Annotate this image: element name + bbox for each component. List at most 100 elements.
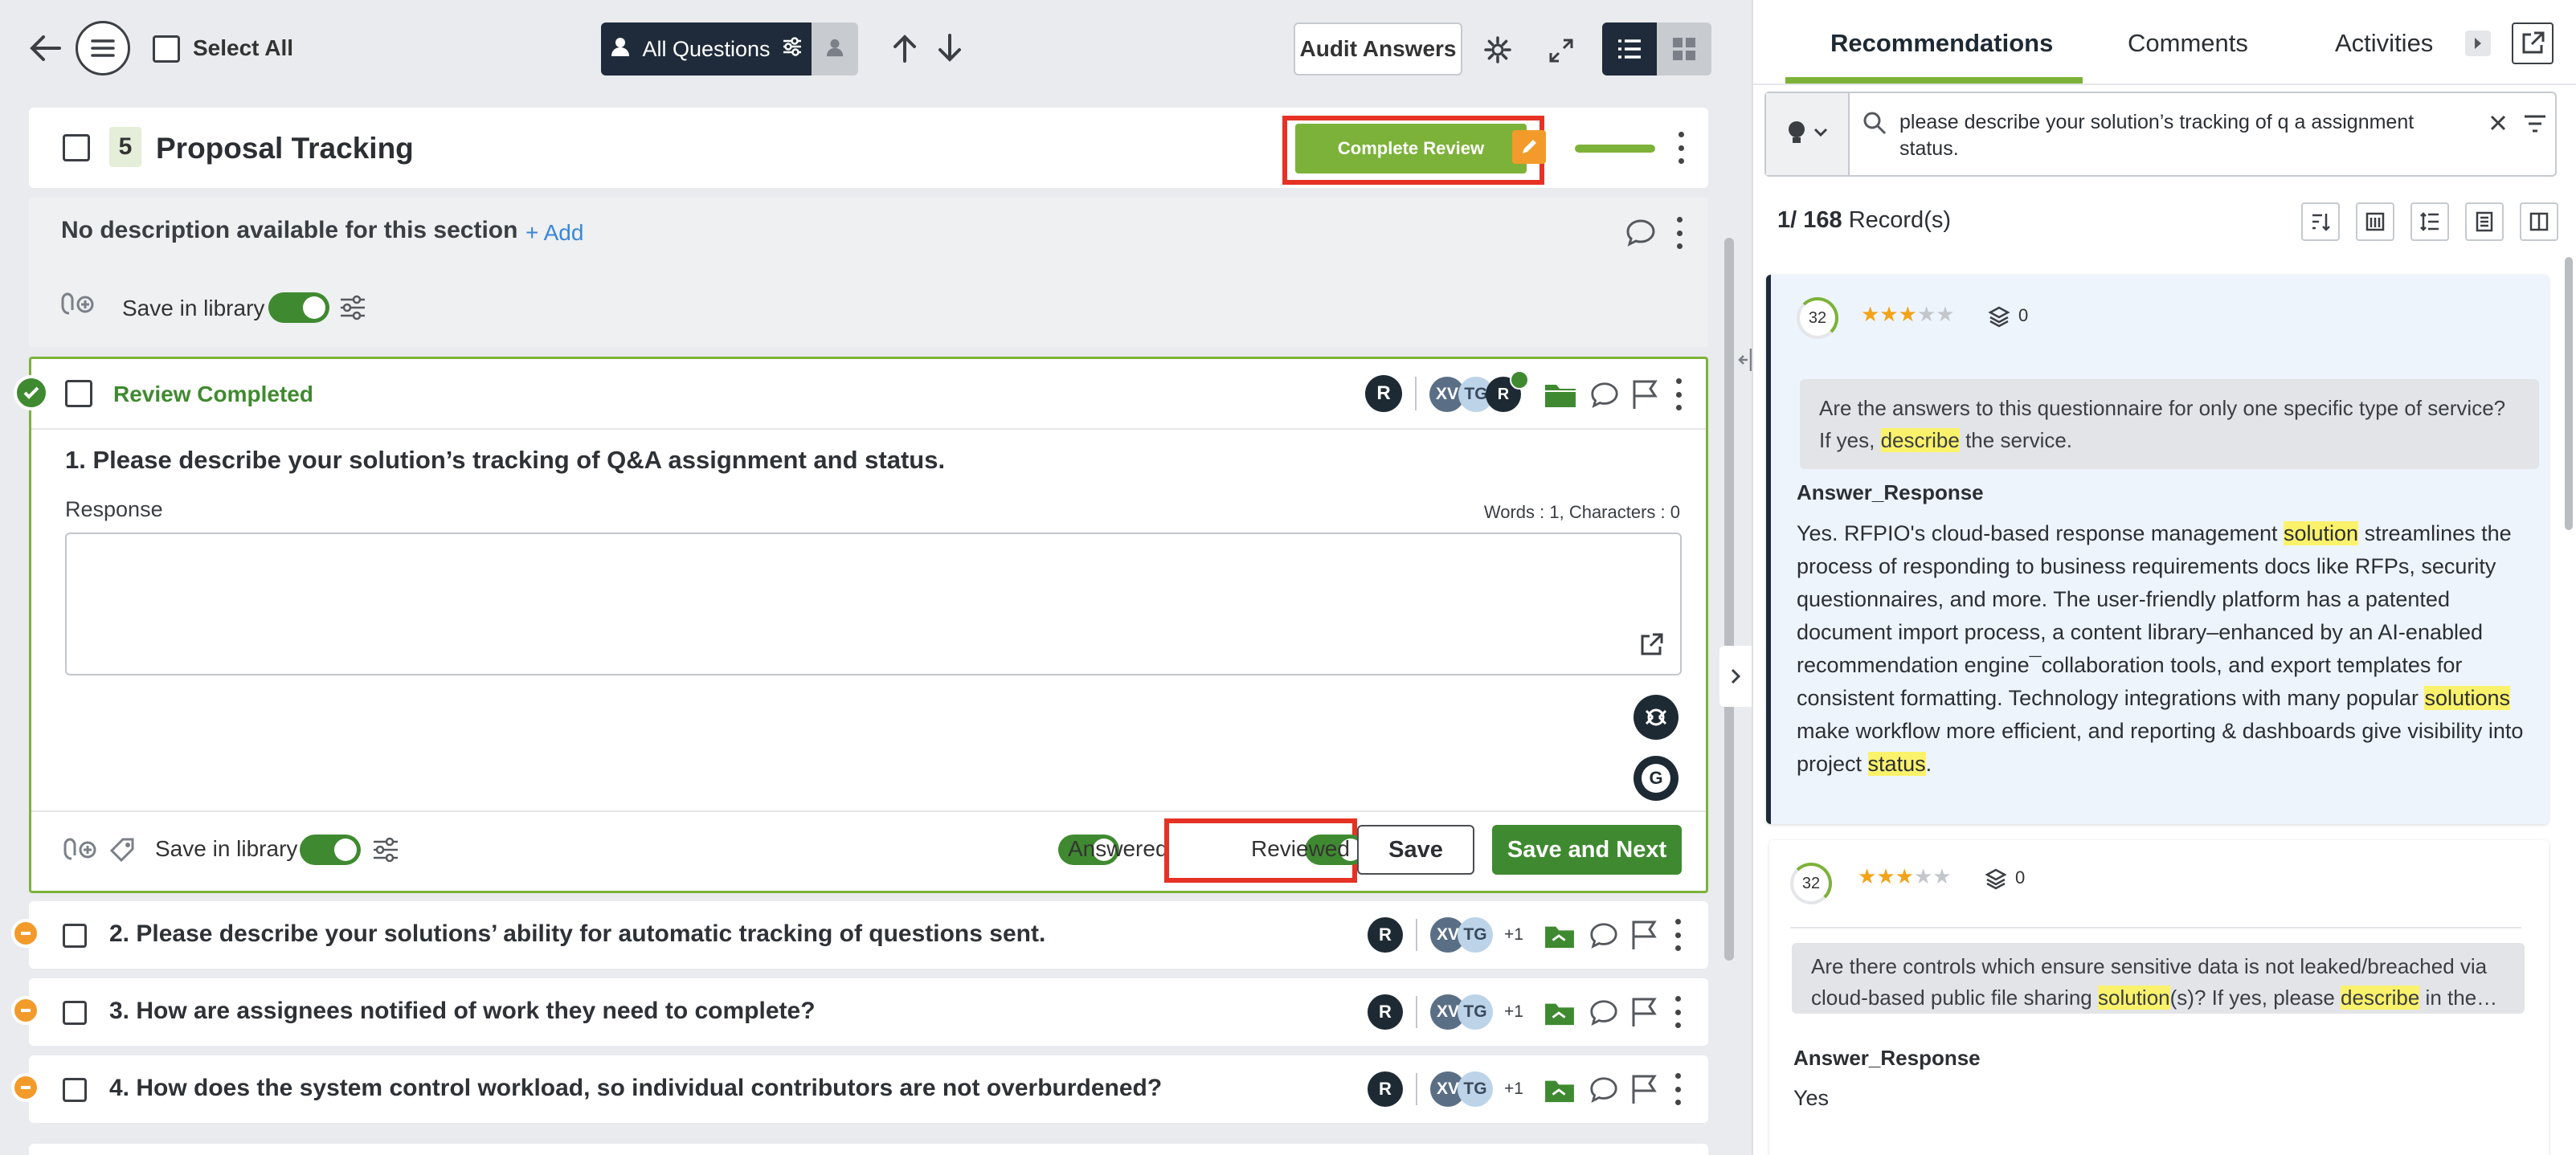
document-icon[interactable]	[2465, 202, 2504, 241]
comment-icon[interactable]	[1588, 998, 1620, 1032]
comment-icon[interactable]	[1588, 1075, 1620, 1109]
question-row[interactable]: 2. Please describe your solutions’ abili…	[11, 901, 1708, 969]
my-questions-filter[interactable]	[812, 22, 858, 76]
grammarly-icon[interactable]: G	[1634, 756, 1678, 801]
question-checkbox[interactable]	[65, 380, 92, 407]
more-assignees[interactable]: +1	[1504, 1002, 1523, 1022]
line-spacing-icon[interactable]	[2410, 202, 2449, 241]
audit-answers-button[interactable]: Audit Answers	[1294, 22, 1462, 76]
ai-assist-icon[interactable]	[1634, 695, 1678, 740]
complete-review-button[interactable]: Complete Review	[1295, 124, 1527, 173]
folder-icon[interactable]	[1543, 922, 1576, 953]
question-more-icon[interactable]	[1674, 1073, 1681, 1105]
avatar[interactable]: TG	[1458, 1071, 1493, 1107]
reviewer-check-icon	[1510, 370, 1529, 390]
question-more-icon[interactable]	[1675, 378, 1682, 410]
flag-icon[interactable]	[1629, 996, 1658, 1032]
question-checkbox[interactable]	[63, 1078, 87, 1102]
question-text[interactable]: 2. Please describe your solutions’ abili…	[109, 920, 1045, 948]
arrow-up-icon[interactable]	[890, 32, 919, 68]
filter-settings-icon[interactable]	[782, 36, 803, 63]
flag-icon[interactable]	[1629, 1073, 1658, 1109]
star-rating: ★★★★★	[1858, 864, 1952, 888]
avatar[interactable]: TG	[1458, 994, 1493, 1030]
back-arrow-icon[interactable]	[27, 32, 63, 64]
question-checkbox[interactable]	[63, 1001, 87, 1025]
folder-icon[interactable]	[1544, 380, 1577, 413]
question-checkbox[interactable]	[63, 924, 87, 948]
description-more-icon[interactable]	[1676, 217, 1683, 249]
all-questions-filter[interactable]: All Questions	[601, 22, 812, 76]
question-row[interactable]: 3. How are assignees notified of work th…	[11, 978, 1708, 1046]
in-progress-icon	[11, 996, 40, 1025]
flag-icon[interactable]	[1629, 919, 1658, 955]
edit-pencil-icon[interactable]	[1512, 130, 1546, 164]
divider	[1790, 927, 2521, 928]
tab-recommendations[interactable]: Recommendations	[1830, 29, 2053, 58]
select-all-label[interactable]: Select All	[193, 35, 293, 61]
expand-icon[interactable]	[1548, 37, 1575, 68]
review-completed-check-icon	[14, 375, 49, 410]
divider	[1415, 377, 1417, 410]
filter-icon[interactable]	[2523, 114, 2547, 137]
tag-icon[interactable]	[108, 836, 137, 869]
scrollbar-thumb[interactable]	[1724, 238, 1734, 961]
arrow-down-icon[interactable]	[935, 32, 964, 68]
more-assignees[interactable]: +1	[1504, 1079, 1523, 1099]
sliders-icon[interactable]	[339, 294, 366, 325]
sliders-icon[interactable]	[372, 836, 399, 867]
versions-icon	[1985, 867, 2007, 894]
question-text[interactable]: 4. How does the system control workload,…	[109, 1075, 1162, 1102]
list-view-icon[interactable]	[1602, 22, 1657, 76]
section-checkbox[interactable]	[63, 134, 90, 161]
question-more-icon[interactable]	[1674, 996, 1681, 1028]
select-all-checkbox[interactable]	[153, 35, 180, 63]
user-icon	[825, 38, 844, 61]
recommendation-card[interactable]: 32 ★★★★★ 0 Are the answers to this quest…	[1766, 275, 2549, 824]
grid-view-icon[interactable]	[1657, 22, 1711, 76]
comment-icon[interactable]	[1625, 217, 1657, 253]
search-input[interactable]: please describe your solution’s tracking…	[1899, 109, 2470, 162]
versions-count: 0	[2015, 867, 2026, 888]
versions-icon	[1988, 305, 2010, 332]
suggestion-type-dropdown[interactable]	[1766, 93, 1850, 175]
save-in-library-toggle[interactable]	[300, 835, 361, 865]
folder-icon[interactable]	[1543, 1076, 1576, 1108]
reviewed-label: Reviewed	[1251, 836, 1350, 861]
sort-icon[interactable]	[2301, 202, 2340, 241]
attachment-icon[interactable]	[61, 292, 95, 320]
open-editor-icon[interactable]	[1629, 622, 1674, 667]
folder-icon[interactable]	[1543, 999, 1576, 1031]
library-icon[interactable]	[2356, 202, 2394, 241]
columns-icon[interactable]	[2520, 202, 2558, 241]
tabs-next-icon[interactable]	[2465, 31, 2491, 56]
result-question: Are there controls which ensure sensitiv…	[1792, 943, 2525, 1014]
in-progress-icon	[11, 919, 40, 948]
question-row[interactable]: 4. How does the system control workload,…	[11, 1055, 1708, 1123]
question-more-icon[interactable]	[1674, 919, 1681, 951]
save-and-next-button[interactable]: Save and Next	[1492, 825, 1682, 875]
popout-icon[interactable]	[2512, 22, 2554, 64]
scrollbar-thumb[interactable]	[2565, 257, 2573, 530]
add-description-link[interactable]: + Add	[525, 220, 583, 246]
menu-icon[interactable]	[76, 21, 130, 76]
section-description-panel: No description available for this sectio…	[29, 198, 1708, 347]
question-row[interactable]	[29, 1144, 1708, 1155]
tab-activities[interactable]: Activities	[2335, 29, 2433, 58]
flag-icon[interactable]	[1630, 378, 1659, 414]
clear-search-icon[interactable]	[2489, 114, 2507, 136]
question-text[interactable]: 3. How are assignees notified of work th…	[109, 998, 816, 1025]
response-textarea[interactable]	[65, 533, 1682, 675]
attachment-icon[interactable]	[63, 838, 97, 866]
collapse-panel-button[interactable]	[1719, 646, 1752, 707]
save-in-library-toggle[interactable]	[268, 292, 329, 323]
recommendation-card[interactable]: 32 ★★★★★ 0 Are there controls which ensu…	[1769, 840, 2549, 1155]
tab-comments[interactable]: Comments	[2128, 29, 2248, 58]
section-more-icon[interactable]	[1678, 132, 1684, 164]
comment-icon[interactable]	[1588, 920, 1620, 955]
gear-icon[interactable]	[1483, 35, 1512, 68]
more-assignees[interactable]: +1	[1504, 925, 1523, 945]
avatar[interactable]: TG	[1458, 917, 1493, 953]
comment-icon[interactable]	[1589, 380, 1621, 414]
save-button[interactable]: Save	[1357, 825, 1474, 875]
